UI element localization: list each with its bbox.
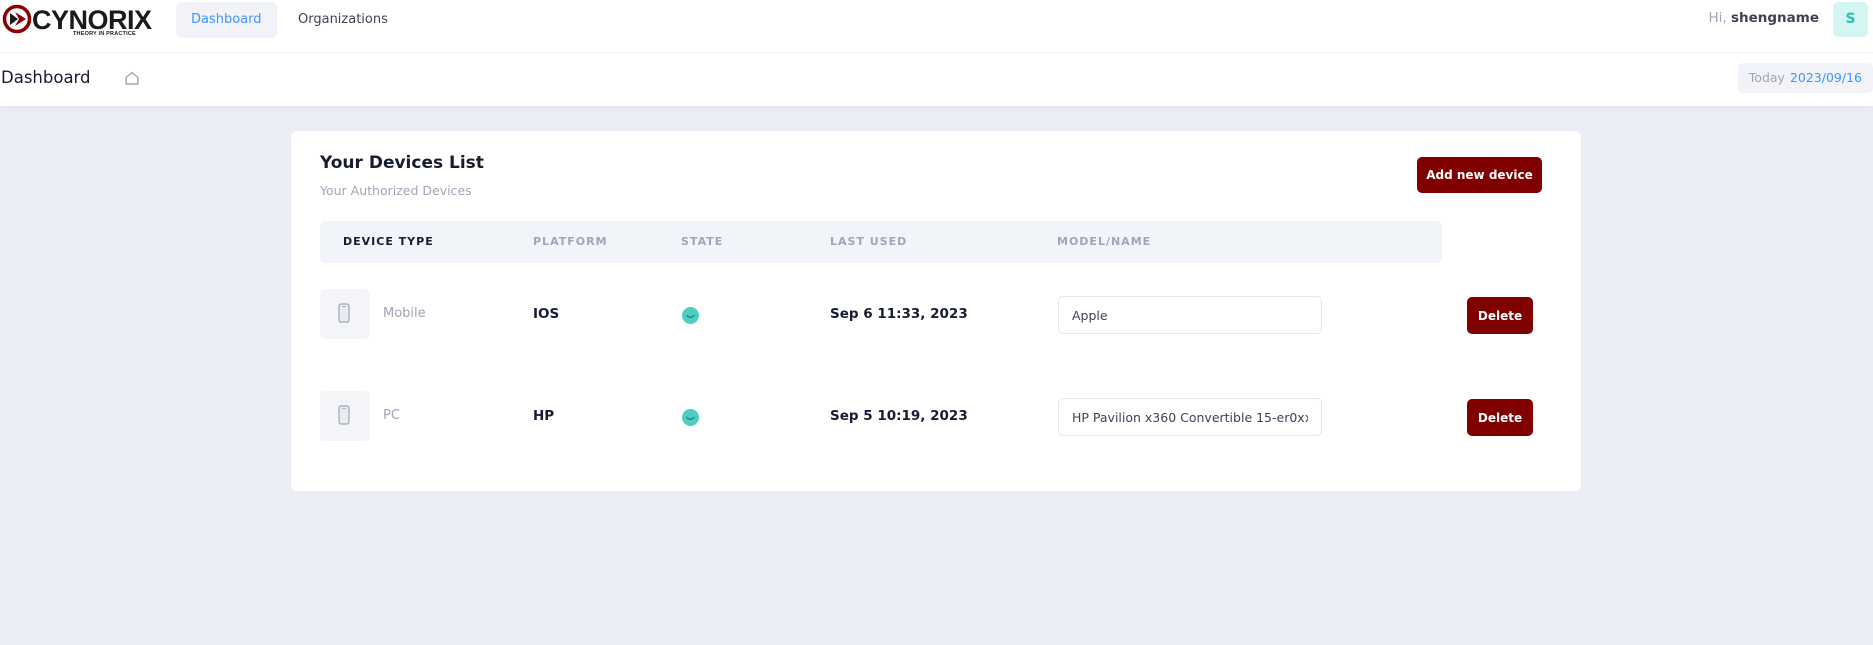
add-device-button[interactable]: Add new device [1417,157,1542,193]
table-row: PC HP Sep 5 10:19, 2023 Delete [320,391,1550,443]
today-date-badge: Today 2023/09/16 [1737,63,1873,93]
cynorix-logo[interactable]: CYNORIX THEORY IN PRACTICE [2,4,152,37]
user-name[interactable]: shengname [1731,10,1819,26]
device-thumbnail [320,391,370,441]
smile-icon [682,307,699,328]
column-header-state[interactable]: STATE [681,221,723,263]
today-label: Today [1748,70,1785,85]
device-thumbnail [320,289,370,339]
home-icon[interactable] [124,70,140,86]
device-last-used: Sep 6 11:33, 2023 [830,306,968,322]
user-greeting: Hi, shengname [1708,10,1819,26]
page-title: Dashboard [1,68,91,87]
device-platform: IOS [533,306,560,322]
device-last-used: Sep 5 10:19, 2023 [830,408,968,424]
device-type: Mobile [383,306,426,321]
devices-card-title: Your Devices List [320,153,484,173]
page-toolbar: Dashboard Today 2023/09/16 [0,53,1873,106]
today-date: 2023/09/16 [1789,70,1862,85]
top-navbar: CYNORIX THEORY IN PRACTICE Dashboard Org… [0,0,1873,53]
phone-icon [338,303,350,323]
devices-table-header: DEVICE TYPE PLATFORM STATE LAST USED MOD… [320,221,1442,263]
device-platform: HP [533,408,555,424]
column-header-platform[interactable]: PLATFORM [533,221,608,263]
phone-icon [338,405,350,425]
devices-card: Your Devices List Your Authorized Device… [291,131,1581,491]
devices-card-subtitle: Your Authorized Devices [320,183,472,198]
column-header-device-type[interactable]: DEVICE TYPE [343,221,434,263]
nav-dashboard[interactable]: Dashboard [176,2,277,38]
column-header-model-name[interactable]: MODEL/NAME [1057,221,1151,263]
cynorix-logo-icon [2,4,32,34]
column-header-last-used[interactable]: LAST USED [830,221,907,263]
brand-tagline: THEORY IN PRACTICE [73,31,136,37]
nav-organizations[interactable]: Organizations [283,2,403,38]
greeting-prefix: Hi, [1708,10,1727,26]
user-avatar[interactable]: S [1833,2,1868,37]
device-type: PC [383,408,400,423]
smile-icon [682,409,699,430]
delete-device-button[interactable]: Delete [1467,399,1533,436]
table-row: Mobile IOS Sep 6 11:33, 2023 Delete [320,289,1550,341]
delete-device-button[interactable]: Delete [1467,297,1533,334]
device-model-name-input[interactable] [1058,398,1322,436]
device-model-name-input[interactable] [1058,296,1322,334]
